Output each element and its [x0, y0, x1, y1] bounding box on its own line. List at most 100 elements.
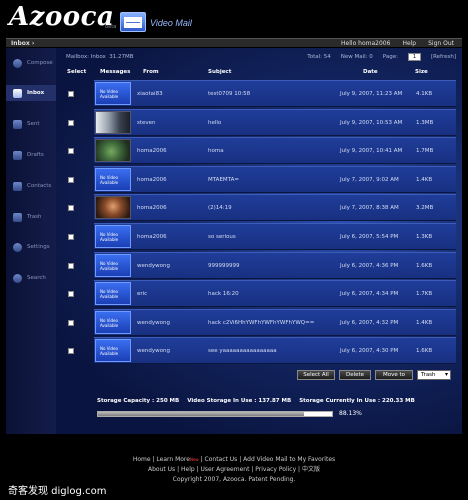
azooca-logo[interactable]: Azooca	[9, 2, 114, 32]
sidebar: Compose Inbox Sent Drafts Contacts Trash…	[6, 48, 56, 434]
sidebar-item-label: Inbox	[27, 90, 45, 96]
no-video-thumbnail[interactable]: No Video Available	[95, 225, 131, 248]
from-cell: homa2006	[137, 205, 167, 212]
sidebar-item-label: Settings	[27, 244, 50, 250]
subject-cell: so serious	[208, 234, 236, 240]
video-storage-in-use: Video Storage In Use : 137.87 MB	[187, 398, 292, 404]
select-checkbox[interactable]	[68, 262, 74, 269]
sidebar-item-compose[interactable]: Compose	[6, 55, 56, 71]
video-thumbnail[interactable]	[95, 139, 131, 163]
search-icon	[13, 273, 22, 283]
size-cell: 1.4KB	[416, 176, 433, 183]
message-row[interactable]: steven hello July 9, 2007, 10:53 AM 1.3MB	[68, 108, 456, 135]
mail-icon	[120, 12, 146, 32]
col-from: From	[143, 69, 159, 75]
no-video-thumbnail[interactable]: No Video Available	[95, 167, 131, 191]
select-checkbox[interactable]	[68, 348, 74, 355]
date-cell: July 6, 2007, 5:54 PM	[340, 234, 399, 240]
select-checkbox[interactable]	[68, 205, 74, 212]
sidebar-item-label: Compose	[27, 60, 53, 66]
date-cell: July 7, 2007, 9:02 AM	[340, 176, 399, 183]
footer-text-a: Home | Learn More	[132, 456, 190, 463]
sidebar-item-trash[interactable]: Trash	[6, 209, 56, 225]
sidebar-item-inbox[interactable]: Inbox	[6, 85, 56, 101]
select-checkbox[interactable]	[68, 319, 74, 326]
page-label: Page:	[382, 54, 398, 60]
size-cell: 1.6KB	[416, 262, 433, 269]
select-checkbox[interactable]	[68, 176, 74, 183]
select-checkbox[interactable]	[68, 148, 74, 155]
storage-percent: 88.13%	[339, 410, 362, 417]
help-link[interactable]: Help	[402, 40, 416, 47]
mailbox-stats: Total: 54 New Mail: 0 Page: 1 [Refresh]	[297, 53, 462, 61]
subject-cell: MTAEMTA=	[208, 176, 239, 183]
storage-capacity: Storage Capacity : 250 MB	[97, 398, 180, 404]
date-cell: July 6, 2007, 4:30 PM	[340, 348, 399, 355]
select-checkbox[interactable]	[68, 119, 74, 126]
col-select: Select	[67, 69, 87, 75]
sidebar-item-search[interactable]: Search	[6, 270, 56, 286]
from-cell: eric	[137, 291, 148, 298]
storage-progress-fill	[98, 412, 305, 416]
page-select[interactable]: 1	[407, 53, 421, 61]
sidebar-item-sent[interactable]: Sent	[6, 116, 56, 132]
footer-links-1[interactable]: Home | Learn MoreNew | Contact Us | Add …	[0, 455, 468, 465]
sidebar-item-label: Trash	[27, 214, 42, 220]
account-links: Hello homa2006 Help Sign Out	[329, 40, 462, 47]
sidebar-item-label: Sent	[27, 121, 40, 127]
select-checkbox[interactable]	[68, 291, 74, 298]
message-row[interactable]: No Video Available xiaotai83 test0709 10:5…	[68, 80, 456, 106]
size-cell: 1.3KB	[416, 234, 433, 240]
date-cell: July 6, 2007, 4:36 PM	[340, 262, 399, 269]
message-row[interactable]: No Video Available homa2006 so serious July…	[68, 223, 456, 249]
date-cell: July 9, 2007, 10:41 AM	[340, 148, 403, 155]
contacts-icon	[13, 181, 22, 191]
footer-links-2[interactable]: About Us | Help | User Agreement | Priva…	[0, 465, 468, 475]
mailbox-size: 31.27MB	[109, 54, 134, 60]
sidebar-item-label: Search	[27, 275, 46, 281]
breadcrumb[interactable]: Inbox ›	[11, 40, 34, 47]
breadcrumb-label: Inbox	[11, 39, 30, 47]
message-row[interactable]: No Video Available wendywong hack c2Vi6HhY…	[68, 308, 456, 335]
sent-icon	[13, 119, 22, 129]
storage-progress-bar	[97, 411, 333, 417]
select-checkbox[interactable]	[68, 234, 74, 240]
no-video-thumbnail[interactable]: No Video Available	[95, 282, 131, 306]
message-row[interactable]: homa2006 (2)14:19 July 7, 2007, 8:38 AM 3.2…	[68, 194, 456, 221]
drafts-icon	[13, 150, 22, 160]
sidebar-item-settings[interactable]: Settings	[6, 239, 56, 255]
video-thumbnail[interactable]	[95, 196, 131, 220]
subject-cell: (2)14:19	[208, 205, 232, 212]
no-video-thumbnail[interactable]: No Video Available	[95, 310, 131, 334]
refresh-link[interactable]: [Refresh]	[431, 54, 456, 60]
message-row[interactable]: homa2006 homa July 9, 2007, 10:41 AM 1.7MB	[68, 137, 456, 164]
no-video-thumbnail[interactable]: No Video Available	[95, 253, 131, 277]
video-thumbnail[interactable]	[95, 110, 131, 134]
move-to-button[interactable]: Move to	[375, 370, 413, 380]
trash-icon	[13, 212, 22, 222]
total-count: Total: 54	[307, 54, 331, 60]
folder-select[interactable]: Trash	[417, 370, 451, 380]
message-row[interactable]: No Video Available eric hack 16:20 July 6, …	[68, 280, 456, 307]
delete-button[interactable]: Delete	[339, 370, 371, 380]
main-panel: Mailbox: Inbox 31.27MB Total: 54 New Mai…	[56, 48, 462, 434]
from-cell: xiaotai83	[137, 91, 163, 97]
select-all-button[interactable]: Select All	[297, 370, 335, 380]
message-row[interactable]: No Video Available homa2006 MTAEMTA= July 7…	[68, 165, 456, 192]
inbox-icon	[13, 88, 22, 98]
no-video-thumbnail[interactable]: No Video Available	[95, 339, 131, 363]
message-toolbar: Select All Delete Move to Trash	[297, 370, 451, 380]
no-video-thumbnail[interactable]: No Video Available	[95, 82, 131, 105]
date-cell: July 6, 2007, 4:34 PM	[340, 291, 399, 298]
message-row[interactable]: No Video Available wendywong 999999999 July…	[68, 251, 456, 278]
sidebar-item-contacts[interactable]: Contacts	[6, 178, 56, 194]
message-row[interactable]: No Video Available wendywong see yaaaaaaaa…	[68, 337, 456, 364]
from-cell: steven	[137, 119, 156, 126]
sidebar-item-label: Drafts	[27, 152, 44, 158]
select-checkbox[interactable]	[68, 91, 74, 97]
size-cell: 1.4KB	[416, 319, 433, 326]
subject-cell: homa	[208, 148, 224, 155]
size-cell: 1.3MB	[416, 119, 434, 126]
sidebar-item-drafts[interactable]: Drafts	[6, 147, 56, 163]
signout-link[interactable]: Sign Out	[428, 40, 454, 47]
